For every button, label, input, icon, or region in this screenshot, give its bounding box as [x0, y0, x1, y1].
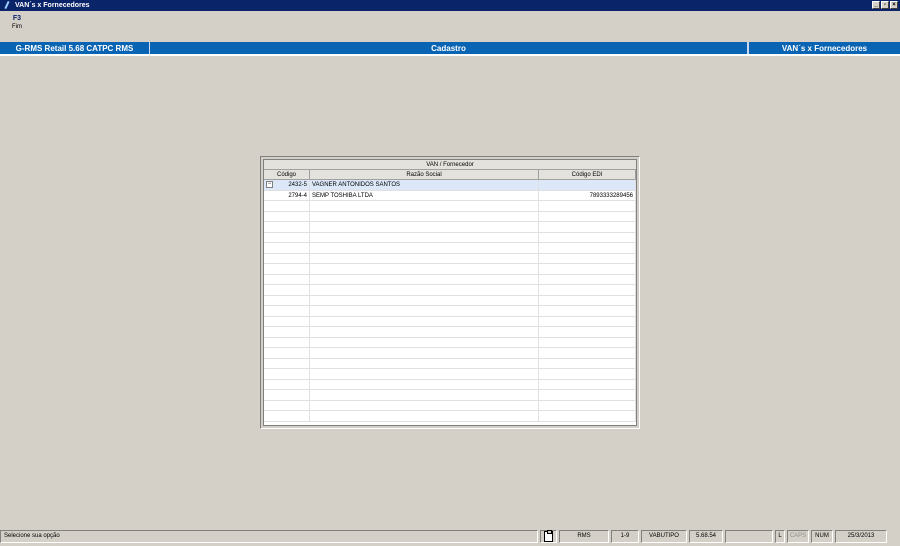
empty-row	[264, 243, 636, 254]
status-blank	[725, 530, 773, 543]
empty-row	[264, 369, 636, 380]
empty-row	[264, 358, 636, 369]
status-clipboard	[540, 530, 557, 543]
empty-row	[264, 211, 636, 222]
row-name: VAGNER ANTONIDOS SANTOS	[310, 180, 539, 190]
status-num: NUM	[811, 530, 833, 543]
exit-button[interactable]: F3 Fim	[6, 15, 28, 30]
empty-row	[264, 400, 636, 411]
status-l: L	[775, 530, 785, 543]
status-date: 25/3/2013	[835, 530, 887, 543]
row-name: SEMP TOSHIBA LTDA	[310, 190, 539, 200]
van-supplier-grid[interactable]: VAN / Fornecedor Código Razão Social Cód…	[263, 159, 637, 426]
app-icon	[3, 1, 12, 10]
status-user: VABUTIPO	[641, 530, 687, 543]
status-caps: CAPS	[787, 530, 809, 543]
empty-row	[264, 327, 636, 338]
header-screen: VAN´s x Fornecedores	[748, 42, 900, 54]
header-product: G-RMS Retail 5.68 CATPC RMS	[0, 42, 150, 54]
row-edi	[539, 180, 636, 190]
column-header-edi[interactable]: Código EDI	[539, 170, 636, 179]
empty-row	[264, 390, 636, 401]
empty-row	[264, 274, 636, 285]
empty-row	[264, 232, 636, 243]
empty-row	[264, 222, 636, 233]
status-range: 1-9	[611, 530, 639, 543]
header-module: Cadastro	[150, 42, 748, 54]
column-header-name[interactable]: Razão Social	[310, 170, 539, 179]
empty-row	[264, 295, 636, 306]
status-message: Selecione sua opção	[0, 530, 538, 543]
empty-row	[264, 337, 636, 348]
empty-row	[264, 316, 636, 327]
status-system: RMS	[559, 530, 609, 543]
empty-row	[264, 306, 636, 317]
empty-row	[264, 379, 636, 390]
table-row[interactable]: 2794-4 SEMP TOSHIBA LTDA 7893333289456	[264, 190, 636, 201]
grid-panel: VAN / Fornecedor Código Razão Social Cód…	[260, 156, 640, 429]
status-bar: Selecione sua opção RMS 1-9 VABUTIPO 5.6…	[0, 529, 900, 544]
empty-row	[264, 348, 636, 359]
window-controls: _ ▫ ×	[872, 1, 898, 9]
close-icon[interactable]: ×	[890, 1, 898, 9]
empty-row	[264, 411, 636, 422]
empty-row	[264, 201, 636, 212]
window-title: VAN´s x Fornecedores	[15, 2, 90, 9]
row-edi: 7893333289456	[539, 190, 636, 200]
empty-rows	[264, 201, 636, 422]
row-code: 2432-5	[288, 182, 307, 188]
empty-row	[264, 285, 636, 296]
collapse-icon[interactable]: −	[266, 181, 273, 188]
grid-group-header: VAN / Fornecedor	[264, 160, 636, 170]
minimize-icon[interactable]: _	[872, 1, 880, 9]
title-bar: VAN´s x Fornecedores _ ▫ ×	[0, 0, 900, 11]
column-header-code[interactable]: Código	[264, 170, 310, 179]
exit-key: F3	[12, 15, 22, 22]
toolbar: F3 Fim	[0, 11, 900, 41]
empty-row	[264, 253, 636, 264]
row-code: 2794-4	[288, 192, 307, 199]
table-row[interactable]: − 2432-5 VAGNER ANTONIDOS SANTOS	[264, 180, 636, 191]
clipboard-icon	[544, 530, 553, 542]
grid-column-headers: Código Razão Social Código EDI	[264, 170, 636, 180]
exit-label: Fim	[12, 24, 22, 30]
header-band: G-RMS Retail 5.68 CATPC RMS Cadastro VAN…	[0, 42, 900, 56]
empty-row	[264, 264, 636, 275]
status-version: 5.68.54	[689, 530, 723, 543]
maximize-icon[interactable]: ▫	[881, 1, 889, 9]
